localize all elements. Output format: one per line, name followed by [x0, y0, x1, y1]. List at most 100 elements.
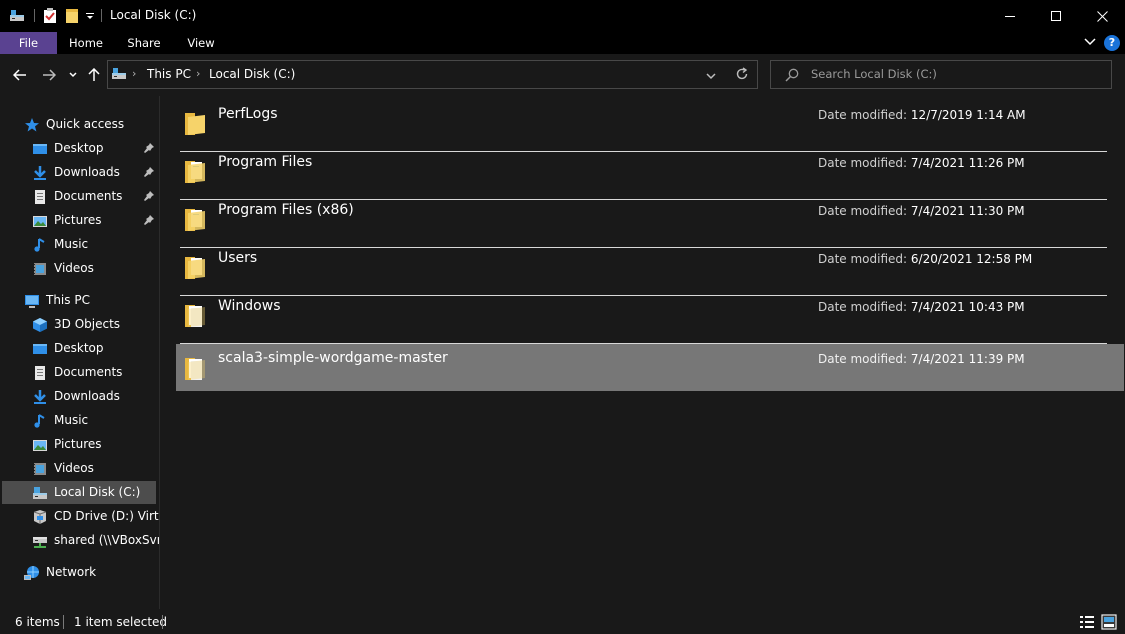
folder-row-program-files[interactable]: Program Files Date modified: 7/4/2021 11…	[177, 147, 1107, 194]
navigation-pane: Quick access Desktop Downloads Documents…	[0, 96, 174, 609]
large-icons-view-icon	[1101, 614, 1117, 630]
desktop-icon	[33, 344, 47, 354]
nav-label: Quick access	[46, 117, 125, 131]
tab-home[interactable]: Home	[60, 32, 112, 54]
drive-icon[interactable]	[6, 0, 28, 32]
nav-pc-documents[interactable]: Documents	[2, 361, 156, 384]
maximize-icon	[1051, 11, 1061, 21]
folder-row-program-files-x86[interactable]: Program Files (x86) Date modified: 7/4/2…	[177, 195, 1107, 242]
large-icons-view-button[interactable]	[1101, 614, 1117, 630]
date-value: 7/4/2021 11:39 PM	[910, 352, 1025, 366]
folder-icon	[185, 113, 205, 135]
date-label: Date modified:	[818, 204, 908, 218]
expand-ribbon-button[interactable]	[1084, 36, 1098, 50]
documents-icon	[35, 190, 45, 204]
forward-button[interactable]	[38, 62, 60, 88]
maximize-button[interactable]	[1033, 0, 1079, 32]
folder-name: Program Files	[218, 154, 313, 170]
ribbon: File Home Share View ?	[0, 32, 1125, 54]
chevron-down-icon	[706, 73, 716, 80]
properties-icon[interactable]	[40, 0, 60, 32]
nav-quick-access[interactable]: Quick access	[2, 113, 156, 136]
nav-quick-pictures[interactable]: Pictures	[2, 209, 156, 232]
breadcrumb-local-disk[interactable]: Local Disk (C:)	[209, 67, 295, 81]
address-history-button[interactable]	[706, 69, 716, 83]
separator	[101, 9, 102, 22]
date-modified: Date modified: 6/20/2021 12:58 PM	[818, 252, 1032, 266]
up-button[interactable]	[85, 62, 103, 88]
chevron-right-icon[interactable]: ›	[196, 67, 200, 80]
nav-quick-music[interactable]: Music	[2, 233, 156, 256]
nav-quick-desktop[interactable]: Desktop	[2, 137, 156, 160]
nav-label: Pictures	[54, 213, 102, 227]
nav-quick-documents[interactable]: Documents	[2, 185, 156, 208]
nav-quick-videos[interactable]: Videos	[2, 257, 156, 280]
date-label: Date modified:	[818, 300, 908, 314]
nav-pc-music[interactable]: Music	[2, 409, 156, 432]
documents-icon	[35, 366, 45, 380]
minimize-button[interactable]	[987, 0, 1033, 32]
folder-row-scala3-simple-wordgame-master[interactable]: scala3-simple-wordgame-master Date modif…	[176, 344, 1124, 391]
details-view-button[interactable]	[1079, 614, 1095, 630]
window-title: Local Disk (C:)	[110, 8, 197, 22]
customize-toolbar-icon[interactable]	[84, 0, 96, 32]
address-bar[interactable]: › This PC › Local Disk (C:)	[107, 60, 758, 89]
file-list: PerfLogs Date modified: 12/7/2019 1:14 A…	[160, 96, 1125, 609]
nav-label: shared (\\VBoxSvr)	[54, 533, 167, 547]
nav-local-disk[interactable]: Local Disk (C:)	[2, 481, 156, 504]
help-button[interactable]: ?	[1104, 35, 1120, 51]
nav-cd-drive[interactable]: CD Drive (D:) Virtua	[2, 505, 174, 528]
date-label: Date modified:	[818, 108, 908, 122]
chevron-right-icon[interactable]: ›	[132, 67, 136, 80]
nav-this-pc[interactable]: This PC	[2, 289, 156, 312]
pin-icon[interactable]	[143, 190, 155, 202]
search-input[interactable]: Search Local Disk (C:)	[770, 60, 1112, 89]
nav-label: Downloads	[54, 389, 120, 403]
network-drive-icon	[33, 537, 47, 548]
folder-icon	[185, 209, 205, 231]
back-button[interactable]	[9, 62, 31, 88]
nav-shared-drive[interactable]: shared (\\VBoxSvr)	[2, 529, 166, 552]
pictures-icon	[33, 216, 47, 227]
separator	[162, 615, 163, 629]
nav-pc-videos[interactable]: Videos	[2, 457, 156, 480]
tab-view[interactable]: View	[176, 32, 226, 54]
music-icon	[34, 238, 45, 252]
date-modified: Date modified: 7/4/2021 10:43 PM	[818, 300, 1025, 314]
desktop-icon	[33, 144, 47, 154]
folder-name: scala3-simple-wordgame-master	[218, 350, 448, 366]
nav-quick-downloads[interactable]: Downloads	[2, 161, 156, 184]
folder-row-users[interactable]: Users Date modified: 6/20/2021 12:58 PM	[177, 243, 1107, 290]
close-button[interactable]	[1079, 0, 1125, 32]
nav-label: Documents	[54, 365, 123, 379]
downloads-icon	[34, 390, 46, 404]
folder-icon	[185, 305, 205, 327]
drive-icon	[33, 487, 47, 499]
folder-name: Users	[218, 250, 258, 266]
search-placeholder: Search Local Disk (C:)	[811, 67, 937, 81]
pin-icon[interactable]	[143, 214, 155, 226]
folder-row-windows[interactable]: Windows Date modified: 7/4/2021 10:43 PM	[177, 291, 1107, 338]
recent-locations-button[interactable]	[66, 62, 80, 88]
arrow-up-icon	[88, 68, 100, 81]
date-label: Date modified:	[818, 352, 908, 366]
nav-network[interactable]: Network	[2, 561, 156, 584]
nav-3d-objects[interactable]: 3D Objects	[2, 313, 156, 336]
tab-share[interactable]: Share	[118, 32, 170, 54]
close-icon	[1096, 10, 1108, 22]
pin-icon[interactable]	[143, 166, 155, 178]
folder-row-perflogs[interactable]: PerfLogs Date modified: 12/7/2019 1:14 A…	[177, 99, 1107, 146]
downloads-icon	[34, 166, 46, 180]
nav-label: Downloads	[54, 165, 120, 179]
nav-label: Local Disk (C:)	[54, 485, 141, 499]
new-folder-icon[interactable]	[62, 0, 82, 32]
nav-pc-downloads[interactable]: Downloads	[2, 385, 156, 408]
nav-label: 3D Objects	[54, 317, 121, 331]
tab-file[interactable]: File	[0, 32, 57, 54]
pin-icon[interactable]	[143, 142, 155, 154]
refresh-button[interactable]	[735, 67, 749, 84]
chevron-down-icon	[1084, 38, 1096, 46]
nav-pc-desktop[interactable]: Desktop	[2, 337, 156, 360]
breadcrumb-this-pc[interactable]: This PC	[147, 67, 191, 81]
nav-pc-pictures[interactable]: Pictures	[2, 433, 156, 456]
